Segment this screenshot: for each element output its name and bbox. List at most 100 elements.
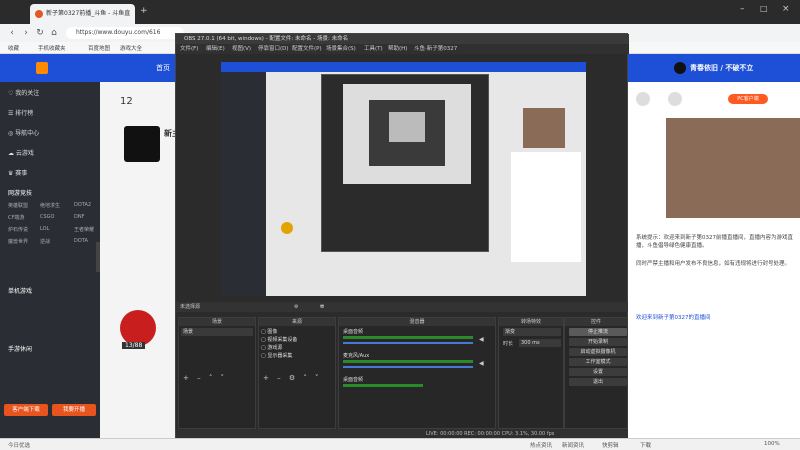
controls-dock-header: 控件: [565, 318, 627, 326]
sidebar-item-nav-center[interactable]: ◎ 导航中心: [8, 128, 39, 137]
source-label: 视频采集设备: [267, 337, 298, 343]
source-item[interactable]: ▢ 图像: [261, 328, 333, 336]
speaker-icon[interactable]: ◀: [479, 360, 484, 367]
start-broadcast-button[interactable]: 我要开播: [52, 404, 96, 416]
douyu-logo[interactable]: [36, 61, 106, 75]
sidebar-item-esports[interactable]: ♛ 赛事: [8, 168, 27, 177]
back-icon[interactable]: ‹: [6, 27, 18, 39]
chat-message: 系统提示：欢迎来到新子第0327前播直播间，直播内容为游戏直播，斗鱼倡导绿色健康…: [636, 235, 793, 249]
source-item[interactable]: ▢ 视频采集设备: [261, 336, 333, 344]
virtual-camera-button[interactable]: 启动虚拟摄像机: [569, 348, 627, 356]
preview-gift-icon: [281, 222, 293, 234]
sidebar-game-link[interactable]: DOTA: [74, 238, 88, 244]
address-bar[interactable]: https://www.douyu.com/616: [66, 27, 184, 39]
preview-nested-screen-inner: [389, 112, 425, 142]
sidebar-game-link[interactable]: CF端游: [8, 214, 24, 221]
volume-slider[interactable]: [343, 342, 473, 344]
client-download-button[interactable]: 客户端下载: [4, 404, 48, 416]
obs-preview[interactable]: [221, 62, 586, 296]
close-window-icon[interactable]: ×: [782, 4, 796, 18]
status-left-link[interactable]: 今日优选: [8, 441, 30, 449]
status-link[interactable]: 热点资讯: [530, 441, 552, 449]
logo-icon: [36, 62, 48, 74]
menu-item[interactable]: 帮助(H): [388, 44, 407, 54]
menu-item[interactable]: 斗鱼·新子第0327: [414, 44, 457, 54]
bookmark-item[interactable]: 收藏: [8, 44, 19, 52]
menu-item[interactable]: 视图(V): [232, 44, 251, 54]
sidebar-game-link[interactable]: DOTA2: [74, 202, 91, 208]
report-icon[interactable]: [668, 92, 682, 106]
sources-dock-header: 来源: [259, 318, 335, 326]
bookmark-item[interactable]: 游戏大全: [120, 44, 142, 52]
user-avatar[interactable]: [674, 62, 686, 74]
sidebar-game-link[interactable]: LOL: [40, 226, 49, 232]
sidebar-game-link[interactable]: CSGO: [40, 214, 54, 220]
sidebar-item-label: 排行榜: [15, 110, 34, 117]
source-toolbar[interactable]: + – ⚙ ˄ ˅: [263, 374, 322, 382]
nav-home-link[interactable]: 首页: [156, 63, 170, 73]
anchor-avatar[interactable]: [124, 126, 160, 162]
share-icon[interactable]: [636, 92, 650, 106]
no-source-label: 未选择源: [180, 304, 201, 310]
forward-icon[interactable]: ›: [20, 27, 32, 39]
controls-dock: 控件 停止推流 开始录制 启动虚拟摄像机 工作室模式 设置 退出: [564, 317, 628, 429]
home-icon[interactable]: ⌂: [48, 27, 60, 39]
menu-item[interactable]: 文件(F): [180, 44, 198, 54]
browser-tab-bar: 新子第0327前播_斗鱼 - 斗鱼直播 + – □ ×: [0, 0, 800, 37]
exit-button[interactable]: 退出: [569, 378, 627, 386]
menu-item[interactable]: 停靠窗口(D): [258, 44, 289, 54]
filters-icon[interactable]: ⛃: [320, 302, 324, 312]
status-link[interactable]: 新闻资讯: [562, 441, 584, 449]
preview-camera-thumb: [523, 108, 565, 148]
volume-slider[interactable]: [343, 366, 473, 368]
settings-button[interactable]: 设置: [569, 368, 627, 376]
minimize-icon[interactable]: –: [740, 4, 754, 18]
sidebar-game-link[interactable]: 王者荣耀: [74, 226, 94, 233]
gift-icon[interactable]: [120, 310, 156, 346]
new-tab-icon[interactable]: +: [140, 6, 150, 16]
duration-label: 时长: [503, 341, 514, 347]
douyu-favicon-icon: [35, 10, 43, 18]
source-label: 图像: [267, 329, 278, 335]
bookmark-item[interactable]: 百度地图: [88, 44, 110, 52]
sidebar-game-link[interactable]: DNF: [74, 214, 84, 220]
maximize-icon[interactable]: □: [760, 4, 774, 18]
sidebar-section-mobile: 手游休闲: [8, 346, 33, 353]
sidebar: ♡ 我的关注 ☰ 排行榜 ◎ 导航中心 ☁ 云游戏 ♛ 赛事 网游竞技 英雄联盟…: [0, 82, 104, 438]
sidebar-item-rank[interactable]: ☰ 排行榜: [8, 108, 33, 117]
bookmark-item[interactable]: 手机收藏夹: [38, 44, 66, 52]
menu-item[interactable]: 工具(T): [364, 44, 383, 54]
sidebar-game-link[interactable]: 英雄联盟: [8, 202, 28, 209]
duration-input[interactable]: 300 ms: [519, 339, 561, 347]
menu-item[interactable]: 编辑(E): [206, 44, 225, 54]
right-header-title: 青春依旧 / 不破不立: [690, 64, 754, 72]
sidebar-item-cloud-game[interactable]: ☁ 云游戏: [8, 148, 34, 157]
sidebar-item-follow[interactable]: ♡ 我的关注: [8, 88, 39, 97]
speaker-icon[interactable]: ◀: [479, 336, 484, 343]
chat-panel: 系统提示：欢迎来到新子第0327前播直播间，直播内容为游戏直播，斗鱼倡导绿色健康…: [628, 230, 800, 438]
scenes-dock-header: 场景: [179, 318, 255, 326]
zoom-level[interactable]: 100%: [764, 441, 780, 447]
menu-item[interactable]: 场景集合(S): [326, 44, 356, 54]
sidebar-game-link[interactable]: 炉石传说: [8, 226, 28, 233]
properties-icon[interactable]: ⚙: [294, 302, 298, 312]
download-link[interactable]: 下载: [640, 441, 651, 449]
menu-item[interactable]: 配置文件(P): [292, 44, 322, 54]
source-item[interactable]: ▢ 游戏源: [261, 344, 333, 352]
pc-client-badge[interactable]: PC客户端: [728, 94, 768, 104]
sidebar-game-link[interactable]: 绝地求生: [40, 202, 60, 209]
scene-toolbar[interactable]: + – ˄ ˅: [183, 374, 227, 382]
preview-site-header: [221, 62, 586, 72]
refresh-icon[interactable]: ↻: [34, 27, 46, 39]
sidebar-section-single: 单机游戏: [8, 288, 33, 295]
transition-select[interactable]: 渐变: [503, 328, 561, 336]
stop-streaming-button[interactable]: 停止推流: [569, 328, 627, 336]
browser-tab-active[interactable]: 新子第0327前播_斗鱼 - 斗鱼直播: [30, 4, 135, 37]
sidebar-game-link[interactable]: 魔兽世界: [8, 238, 28, 245]
studio-mode-button[interactable]: 工作室模式: [569, 358, 627, 366]
scene-item[interactable]: 场景: [181, 328, 253, 336]
sidebar-game-link[interactable]: 逆战: [40, 238, 50, 245]
source-item[interactable]: ▢ 显示器采集: [261, 352, 333, 360]
status-link[interactable]: 快剪辑: [602, 441, 619, 449]
start-recording-button[interactable]: 开始录制: [569, 338, 627, 346]
